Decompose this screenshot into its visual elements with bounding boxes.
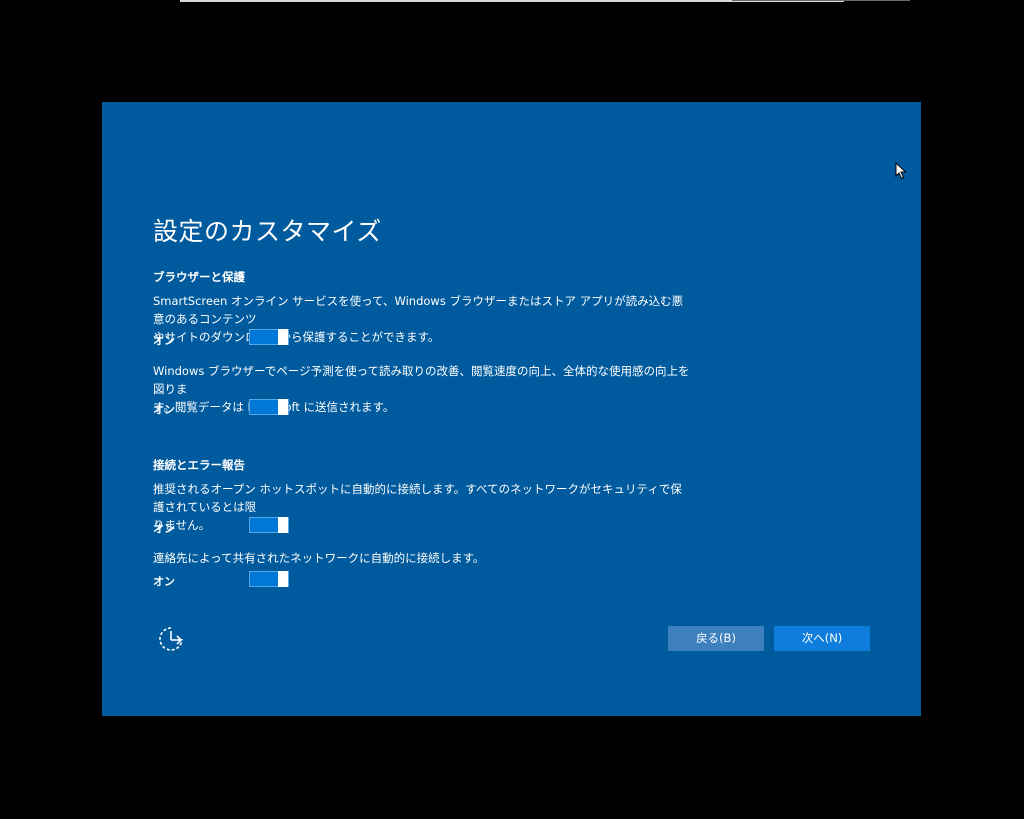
back-button[interactable]: 戻る(B)	[668, 626, 764, 651]
toggle-knob	[278, 329, 288, 345]
top-strip-mark	[732, 0, 910, 1]
toggle-knob	[278, 399, 288, 415]
open-hotspot-toggle[interactable]	[249, 517, 289, 533]
open-hotspot-toggle-label: オン	[153, 522, 175, 535]
next-button[interactable]: 次へ(N)	[774, 626, 870, 651]
smartscreen-toggle[interactable]	[249, 329, 289, 345]
smartscreen-description: SmartScreen オンライン サービスを使って、Windows ブラウザー…	[153, 294, 684, 344]
page-prediction-toggle[interactable]	[249, 399, 289, 415]
page-prediction-description: Windows ブラウザーでページ予測を使って読み取りの改善、閲覧速度の向上、全…	[153, 364, 690, 414]
section-heading-browser: ブラウザーと保護	[153, 270, 245, 284]
smartscreen-toggle-label: オン	[153, 334, 175, 347]
contact-networks-description: 連絡先によって共有されたネットワークに自動的に接続します。	[153, 551, 485, 565]
top-strip	[180, 0, 910, 2]
page-prediction-toggle-label: オン	[153, 403, 175, 416]
open-hotspot-description: 推奨されるオープン ホットスポットに自動的に接続します。すべてのネットワークがセ…	[153, 482, 682, 532]
page-title: 設定のカスタマイズ	[153, 217, 382, 246]
toggle-knob	[278, 571, 288, 587]
toggle-knob	[278, 517, 288, 533]
contact-networks-toggle-label: オン	[153, 575, 175, 588]
mouse-cursor-icon	[895, 161, 907, 180]
contact-networks-toggle[interactable]	[249, 571, 289, 587]
section-heading-connectivity: 接続とエラー報告	[153, 458, 245, 472]
ease-of-access-icon[interactable]	[157, 625, 185, 653]
oobe-window: 設定のカスタマイズ ブラウザーと保護 SmartScreen オンライン サービ…	[102, 102, 921, 716]
